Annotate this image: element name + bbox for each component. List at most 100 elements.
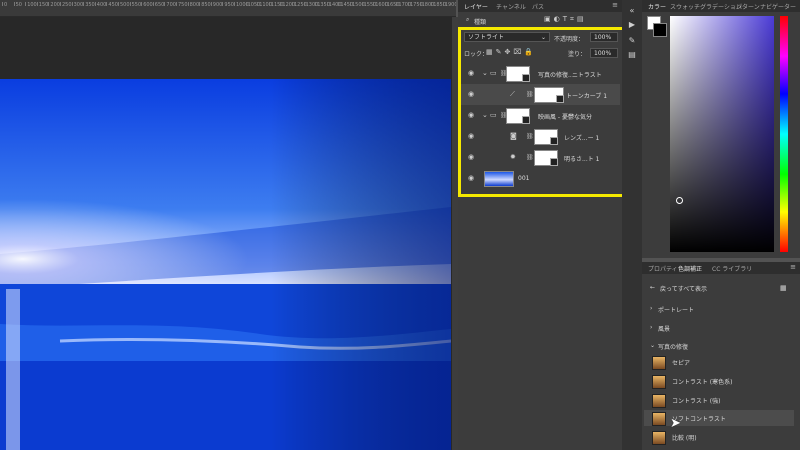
collapse-icon[interactable]: «	[627, 6, 637, 16]
layer-name[interactable]: 写真の修復..ニトラスト	[538, 70, 602, 79]
blend-mode-select[interactable]: ソフトライト ⌄	[464, 32, 550, 42]
ruler-label: 600	[143, 2, 153, 8]
layer-row-photo[interactable]: ◉ 001	[460, 168, 620, 189]
ruler-tick	[350, 2, 351, 6]
ruler-label: 950	[224, 2, 234, 8]
image-thumbnail[interactable]	[484, 171, 514, 187]
opacity-value: 100%	[594, 34, 612, 41]
eye-icon[interactable]: ◉	[468, 69, 476, 77]
layer-mask-thumbnail[interactable]	[534, 129, 558, 145]
grid-view-icon[interactable]: ▦	[780, 284, 787, 292]
eye-icon[interactable]: ◉	[468, 174, 476, 182]
ruler-label: 0	[4, 2, 8, 8]
layer-row-group-cinematic[interactable]: ◉ ⌄ ▭ ⛓ 映画風 - 憂鬱な気分	[460, 105, 620, 126]
group-photo-repair[interactable]: 写真の修復	[658, 342, 688, 351]
blend-row: ソフトライト ⌄ 不透明度： 100%	[464, 32, 618, 44]
layer-mask-thumbnail[interactable]	[534, 150, 558, 166]
filter-icons[interactable]: ▣◐T⌗▤	[544, 15, 587, 24]
chevron-down-icon[interactable]: ⌄	[482, 69, 488, 77]
fill-value: 100%	[594, 50, 612, 57]
ruler-label: 400	[96, 2, 107, 8]
ruler-label: 350	[85, 2, 95, 8]
blend-mode-value: ソフトライト	[468, 34, 505, 41]
ruler-tick	[176, 2, 177, 6]
eye-icon[interactable]: ◉	[468, 111, 476, 119]
fill-label: 塗り：	[568, 51, 587, 58]
layer-row-tone-curve[interactable]: ◉ ⟋ ⛓ トーンカーブ 1	[460, 84, 620, 105]
ruler-label: 250	[62, 2, 72, 8]
tab-layers[interactable]: レイヤー	[464, 2, 488, 11]
back-arrow-icon[interactable]: ←	[650, 284, 655, 291]
color-picker-marker[interactable]	[676, 197, 683, 204]
layer-mask-thumbnail[interactable]	[506, 66, 530, 82]
ruler-tick	[83, 2, 85, 6]
color-picker-field[interactable]	[670, 16, 774, 252]
tab-navigator[interactable]: ナビゲーター	[760, 2, 796, 11]
tab-properties[interactable]: プロパティ	[648, 264, 678, 273]
back-show-all[interactable]: 戻ってすべて表示	[660, 284, 707, 293]
layer-mask-thumbnail[interactable]	[506, 108, 530, 124]
layer-row-group-photo-repair[interactable]: ◉ ⌄ ▭ ⛓ 写真の修復..ニトラスト	[460, 63, 620, 84]
filter-kind-label[interactable]: 種類	[474, 17, 486, 26]
fill-input[interactable]: 100%	[590, 48, 618, 58]
ruler-label: 150	[38, 2, 49, 8]
search-icon: ⌕	[466, 16, 470, 23]
chevron-down-icon[interactable]: ⌄	[650, 342, 655, 349]
chevron-right-icon[interactable]: ›	[650, 324, 652, 331]
ruler-tick	[71, 2, 73, 6]
ruler-tick	[60, 2, 61, 6]
layer-row-brightness[interactable]: ◉ ✹ ⛓ 明るさ...ト 1	[460, 147, 620, 168]
chevron-down-icon[interactable]: ⌄	[482, 111, 488, 119]
ruler-tick	[280, 2, 282, 6]
tab-channels[interactable]: チャンネル	[496, 2, 526, 11]
group-portrait[interactable]: ポートレート	[658, 305, 694, 314]
panel-menu-icon[interactable]: ≡	[612, 1, 618, 9]
ruler-tick	[199, 2, 201, 6]
group-landscape[interactable]: 風景	[658, 324, 670, 333]
preset-item[interactable]: セピア	[644, 354, 794, 370]
preset-item[interactable]: コントラスト (強)	[644, 392, 794, 408]
link-icon: ⛓	[526, 133, 534, 140]
ruler-tick	[48, 2, 50, 6]
horizontal-ruler: 0 50 100 150 200 250 300 350 400 450 500 550 600 650 7…	[0, 0, 456, 17]
eye-icon[interactable]: ◉	[468, 153, 476, 161]
layer-name[interactable]: 映画風 - 憂鬱な気分	[538, 112, 592, 121]
tab-paths[interactable]: パス	[532, 2, 544, 11]
preset-item[interactable]: 比較 (明)	[644, 429, 794, 445]
tab-swatches[interactable]: スウォッチ	[670, 2, 700, 11]
eye-icon[interactable]: ◉	[468, 132, 476, 140]
eye-icon[interactable]: ◉	[468, 90, 476, 98]
layer-mask-thumbnail[interactable]	[534, 87, 564, 103]
lock-icons[interactable]: ▦✎✥⌧🔒	[486, 48, 536, 56]
tab-color[interactable]: カラー	[648, 2, 666, 11]
ruler-tick	[431, 2, 433, 6]
ruler-tick	[129, 2, 131, 6]
ruler-tick	[419, 2, 421, 6]
seascape-image	[0, 79, 451, 450]
hue-slider[interactable]	[780, 16, 788, 252]
opacity-input[interactable]: 100%	[590, 32, 618, 42]
layer-name[interactable]: 001	[518, 175, 529, 182]
layer-name[interactable]: レンズ...ー 1	[564, 133, 599, 142]
ruler-label: 750	[178, 2, 188, 8]
ruler-tick	[222, 2, 224, 6]
layer-row-lens-filter[interactable]: ◉ ◙ ⛓ レンズ...ー 1	[460, 126, 620, 147]
tab-adjustments[interactable]: 色調補正	[678, 264, 702, 273]
chevron-right-icon[interactable]: ›	[650, 305, 652, 312]
layer-name[interactable]: トーンカーブ 1	[566, 91, 607, 100]
ruler-tick	[118, 2, 119, 6]
brush-icon[interactable]: ✎	[627, 36, 637, 46]
tab-patterns[interactable]: パターン	[736, 2, 760, 11]
document-photo[interactable]	[0, 79, 451, 450]
ruler-tick	[326, 2, 328, 6]
tab-cc-libraries[interactable]: CC ライブラリ	[712, 264, 752, 273]
background-color-swatch[interactable]	[653, 23, 667, 37]
play-icon[interactable]: ▶	[627, 20, 637, 30]
layer-name[interactable]: 明るさ...ト 1	[564, 154, 599, 163]
layers-icon[interactable]: ▤	[627, 50, 637, 60]
preset-item[interactable]: コントラスト (寒色系)	[644, 373, 794, 389]
preset-label: 比較 (明)	[672, 435, 697, 442]
panel-icon-strip: « ▶ ✎ ▤	[622, 0, 642, 450]
panel-menu-icon[interactable]: ≡	[790, 263, 796, 271]
preset-item-soft-contrast[interactable]: ソフトコントラスト	[644, 410, 794, 426]
